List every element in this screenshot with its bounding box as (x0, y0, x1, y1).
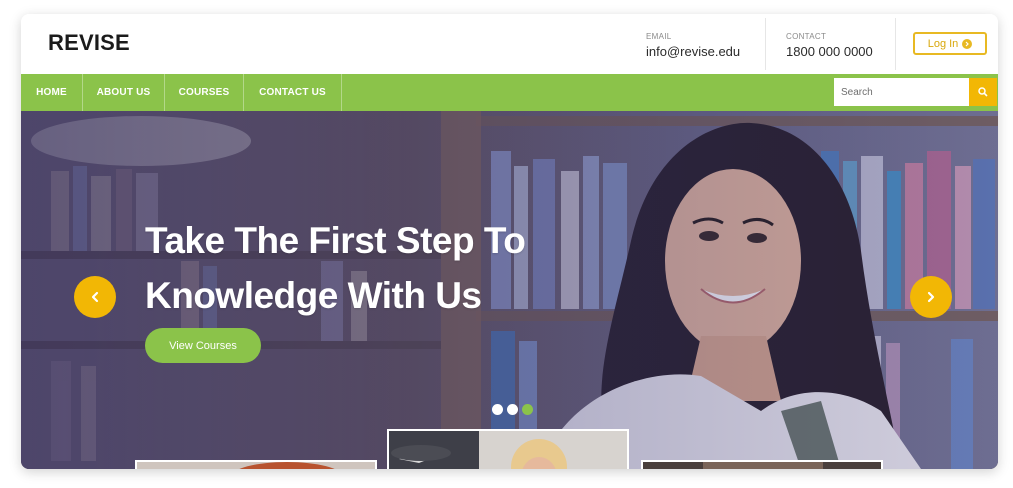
nav-item-courses[interactable]: COURSES (165, 74, 244, 111)
contact-info: CONTACT 1800 000 0000 (786, 32, 873, 59)
slider-prev-button[interactable] (74, 276, 116, 318)
hero-title-line: Take The First Step To (145, 220, 526, 261)
site-logo[interactable]: REVISE (48, 30, 130, 56)
chevron-left-icon (91, 291, 99, 303)
contact-label: CONTACT (786, 32, 827, 41)
slider-dots (492, 404, 533, 415)
login-label: Log In (927, 37, 959, 50)
contact-value[interactable]: 1800 000 0000 (786, 44, 873, 59)
course-card[interactable] (135, 460, 377, 469)
email-value[interactable]: info@revise.edu (646, 44, 740, 59)
hero-slider: Take The First Step To Knowledge With Us… (21, 111, 998, 469)
site-header: REVISE EMAIL info@revise.edu CONTACT 180… (21, 14, 998, 74)
course-card-image (643, 462, 881, 469)
course-card[interactable] (641, 460, 883, 469)
login-button[interactable]: Log In (913, 32, 987, 55)
course-card[interactable] (387, 429, 629, 469)
nav-item-label: CONTACT US (259, 87, 326, 98)
slider-dot[interactable] (492, 404, 503, 415)
header-divider (895, 18, 896, 70)
search-button[interactable] (969, 78, 997, 106)
slider-dot[interactable] (507, 404, 518, 415)
nav-item-label: HOME (36, 87, 67, 98)
slider-dot-active[interactable] (522, 404, 533, 415)
browser-frame: REVISE EMAIL info@revise.edu CONTACT 180… (21, 14, 998, 469)
chevron-right-icon (927, 291, 935, 303)
hero-title-line: Knowledge With Us (145, 275, 482, 316)
header-divider (765, 18, 766, 70)
search-icon (978, 87, 988, 97)
nav-item-label: COURSES (178, 87, 230, 98)
search-input[interactable] (834, 78, 969, 106)
hero-title: Take The First Step To Knowledge With Us (145, 213, 615, 323)
main-nav: HOME ABOUT US COURSES CONTACT US (21, 74, 998, 111)
email-info: EMAIL info@revise.edu (646, 32, 740, 59)
view-courses-button[interactable]: View Courses (145, 328, 261, 363)
course-card-image (389, 431, 627, 469)
slider-next-button[interactable] (910, 276, 952, 318)
nav-item-home[interactable]: HOME (21, 74, 83, 111)
course-card-image (137, 462, 375, 469)
email-label: EMAIL (646, 32, 672, 41)
nav-item-label: ABOUT US (96, 87, 151, 98)
nav-item-contact-us[interactable]: CONTACT US (244, 74, 342, 111)
nav-item-about-us[interactable]: ABOUT US (83, 74, 165, 111)
arrow-circle-right-icon (962, 38, 973, 49)
